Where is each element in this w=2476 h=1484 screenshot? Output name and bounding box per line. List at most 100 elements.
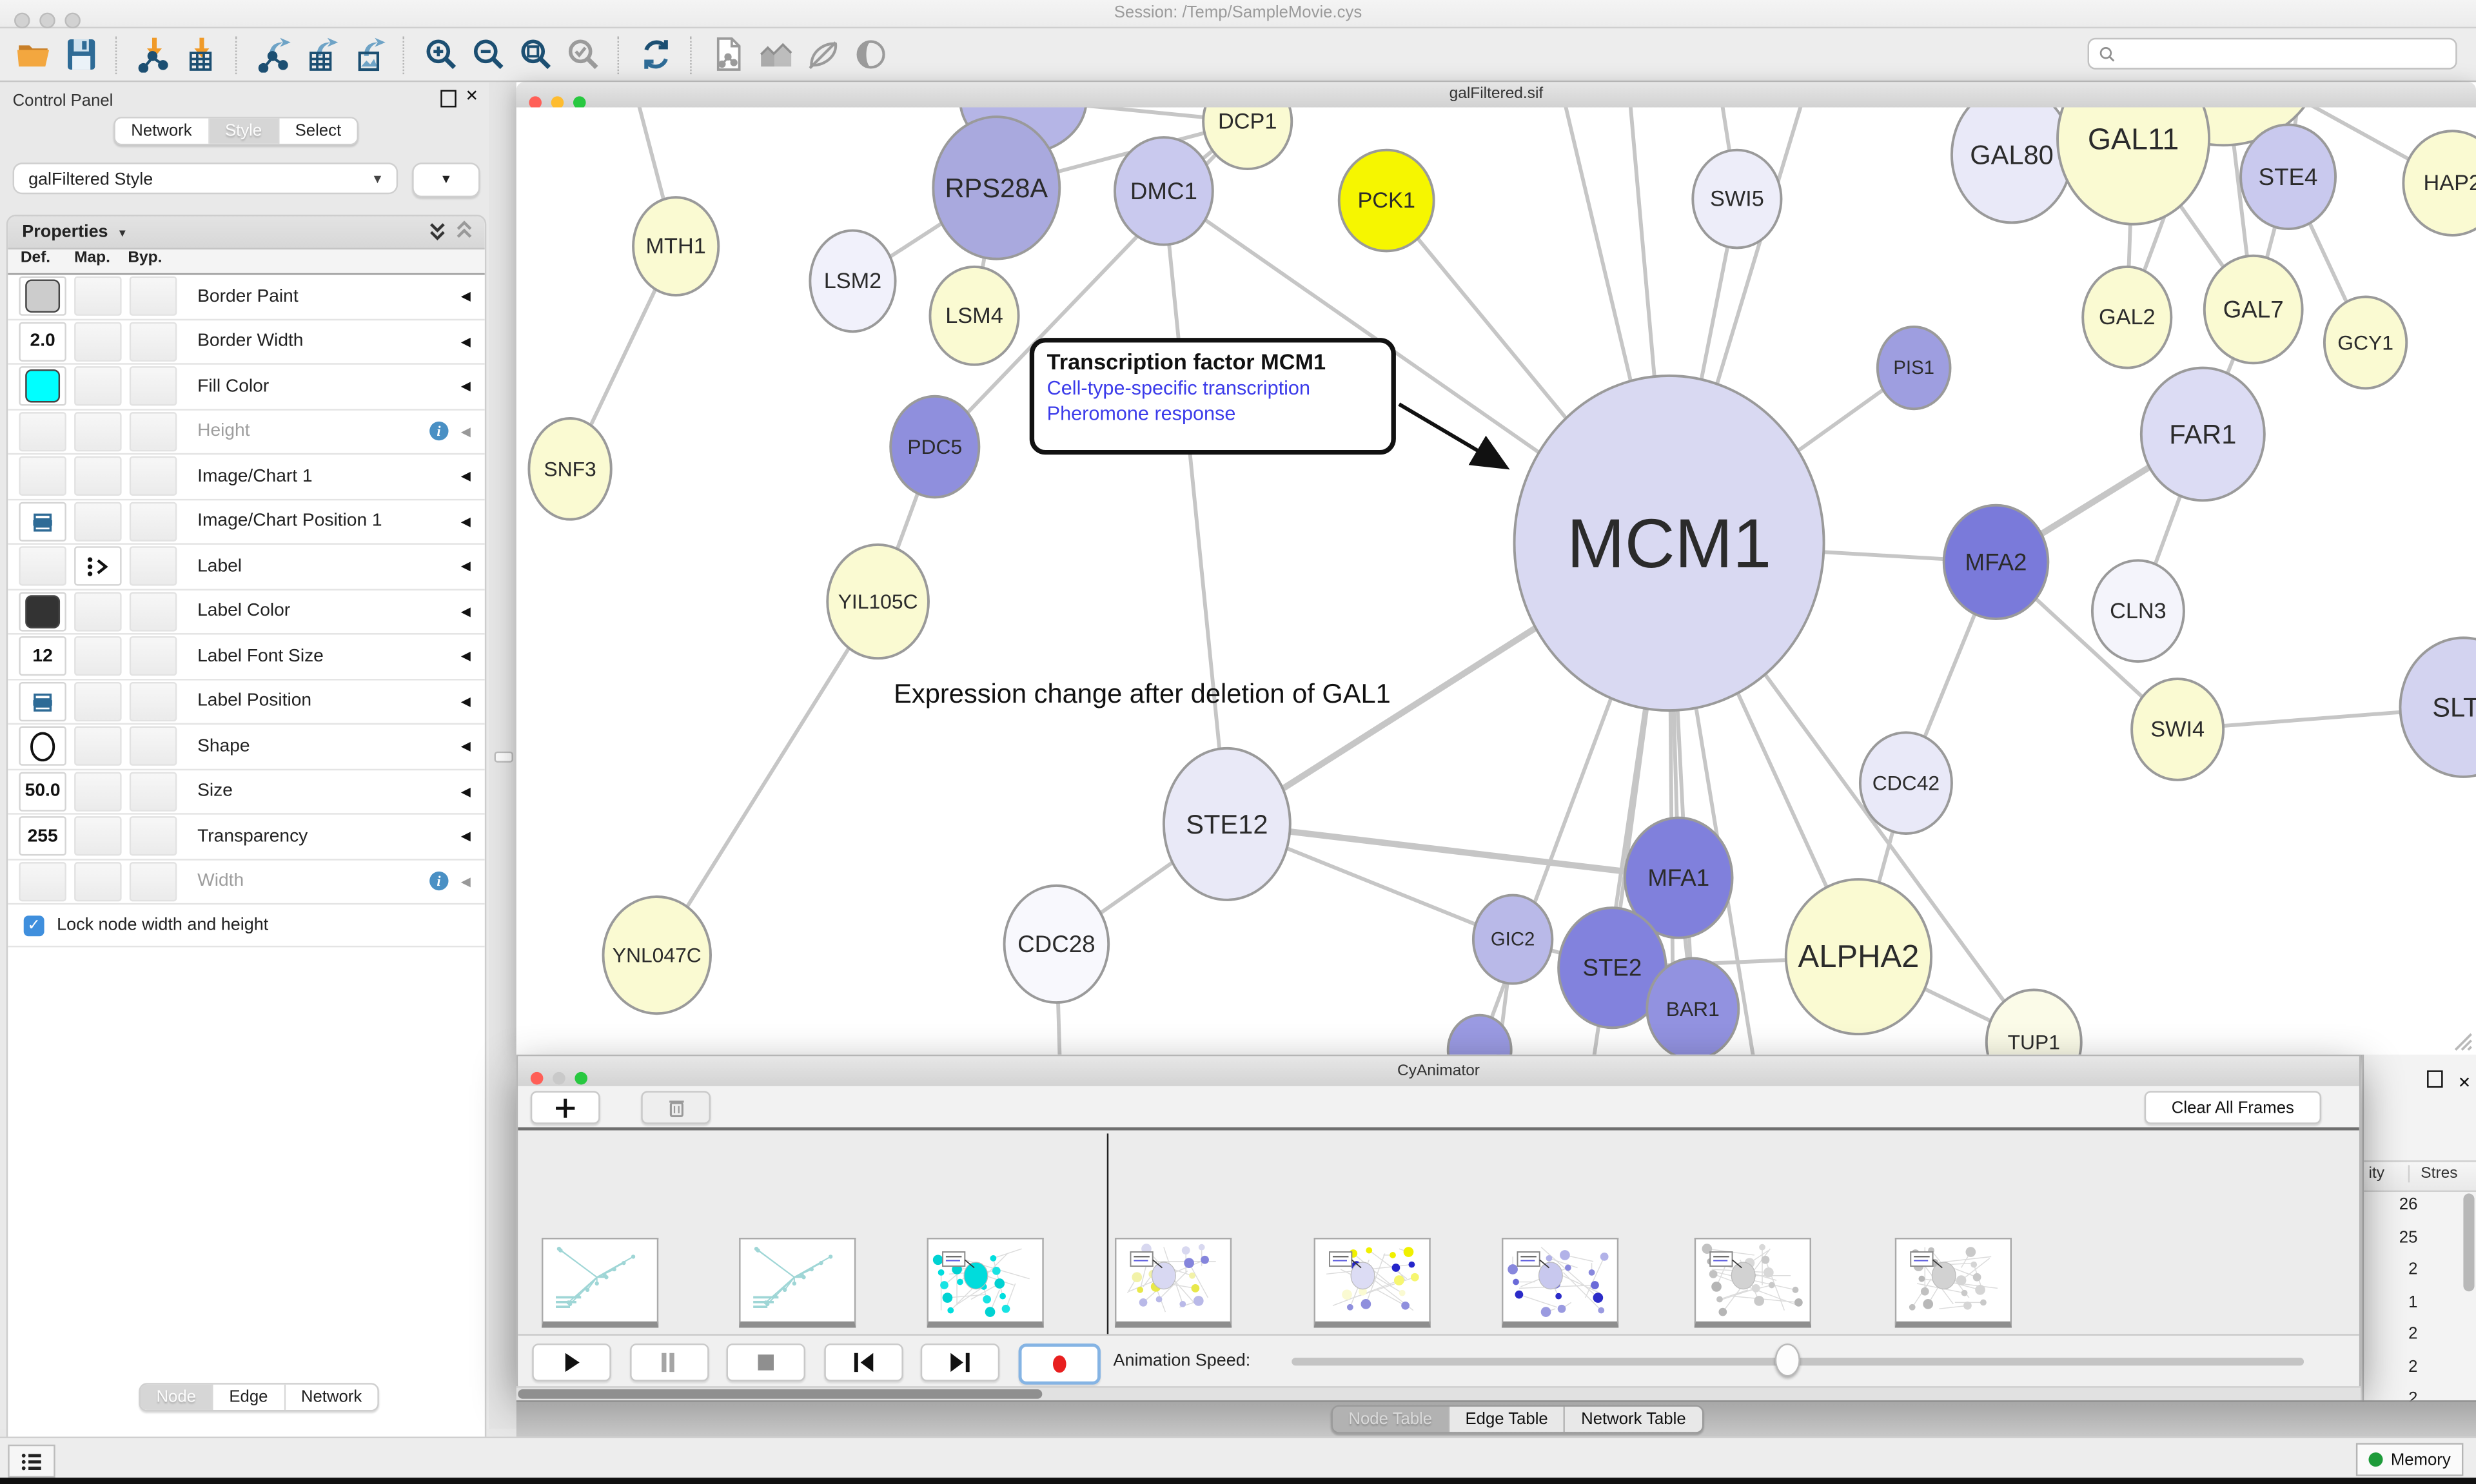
property-cell[interactable]: [19, 727, 66, 766]
node-ALPHA2[interactable]: ALPHA2: [1786, 879, 1931, 1034]
node-STE4[interactable]: STE4: [2241, 124, 2335, 229]
node-GAL11[interactable]: GAL11: [2058, 108, 2209, 224]
minimize-window-icon[interactable]: [553, 1072, 565, 1085]
current-style-select[interactable]: galFiltered Style▼: [13, 162, 398, 194]
frame-thumbnail-1[interactable]: [739, 1238, 856, 1328]
column-centrality[interactable]: ity: [2368, 1165, 2384, 1182]
close-panel-icon[interactable]: ✕: [465, 88, 478, 106]
tab-edge-table[interactable]: Edge Table: [1449, 1407, 1566, 1432]
property-cell[interactable]: [74, 592, 121, 631]
houses-icon[interactable]: [752, 32, 799, 77]
node-PIS1[interactable]: PIS1: [1878, 327, 1950, 409]
mcm1-annotation[interactable]: Transcription factor MCM1 Cell-type-spec…: [1030, 338, 1396, 454]
splitter-handle[interactable]: [495, 752, 513, 763]
prev-button[interactable]: [823, 1343, 902, 1381]
property-cell[interactable]: [19, 412, 66, 451]
panel-splitter[interactable]: [489, 82, 516, 1429]
property-cell[interactable]: [130, 637, 177, 676]
property-row-label[interactable]: Label◀: [8, 545, 485, 590]
expand-row-icon[interactable]: ◀: [461, 649, 471, 663]
property-cell[interactable]: [19, 502, 66, 541]
node-CDC42[interactable]: CDC42: [1860, 732, 1952, 834]
property-row-label-position[interactable]: Label Position◀: [8, 679, 485, 725]
close-panel-icon[interactable]: ✕: [2458, 1075, 2471, 1093]
property-cell[interactable]: [74, 322, 121, 361]
property-cell[interactable]: [74, 456, 121, 496]
annotation-link[interactable]: Pheromone response: [1047, 402, 1379, 424]
tab-network[interactable]: Network: [115, 119, 210, 144]
table-cell[interactable]: 25: [2364, 1221, 2417, 1253]
expand-row-icon[interactable]: ◀: [461, 335, 471, 349]
search-input[interactable]: [2088, 38, 2457, 70]
export-file-icon[interactable]: [704, 32, 751, 77]
refresh-icon[interactable]: [632, 32, 679, 77]
table-cell[interactable]: 1: [2364, 1286, 2417, 1318]
expand-row-icon[interactable]: ◀: [461, 785, 471, 799]
open-folder-icon[interactable]: [10, 32, 57, 77]
tab-select[interactable]: Select: [279, 119, 357, 144]
property-cell[interactable]: 50.0: [19, 772, 66, 811]
node-MCM1[interactable]: MCM1: [1515, 376, 1824, 710]
expand-row-icon[interactable]: ◀: [461, 379, 471, 393]
expand-row-icon[interactable]: ◀: [461, 289, 471, 304]
property-row-height[interactable]: Heighti◀: [8, 410, 485, 455]
network-window-titlebar[interactable]: galFiltered.sif: [516, 82, 2476, 109]
property-cell[interactable]: [130, 277, 177, 316]
property-cell[interactable]: [130, 322, 177, 361]
zoom-selected-icon[interactable]: [559, 32, 606, 77]
close-window-icon[interactable]: [14, 13, 30, 28]
node-LSM2[interactable]: LSM2: [810, 231, 895, 332]
property-cell[interactable]: [130, 367, 177, 406]
collapse-all-icon[interactable]: [455, 217, 473, 256]
expand-row-icon[interactable]: ◀: [461, 514, 471, 529]
node-SWI5[interactable]: SWI5: [1693, 150, 1781, 248]
hide-details-icon[interactable]: [799, 32, 846, 77]
property-cell[interactable]: [130, 772, 177, 811]
node-SWI4[interactable]: SWI4: [2132, 679, 2223, 780]
frame-thumbnail-3[interactable]: [1115, 1238, 1232, 1328]
stop-button[interactable]: [727, 1343, 805, 1381]
property-cell[interactable]: [74, 367, 121, 406]
property-cell[interactable]: [130, 502, 177, 541]
expand-row-icon[interactable]: ◀: [461, 829, 471, 843]
node-DMC1[interactable]: DMC1: [1115, 137, 1213, 245]
property-row-label-color[interactable]: Label Color◀: [8, 590, 485, 635]
property-row-size[interactable]: 50.0Size◀: [8, 770, 485, 815]
property-cell[interactable]: [130, 727, 177, 766]
expand-all-icon[interactable]: [428, 217, 447, 256]
property-cell[interactable]: 255: [19, 817, 66, 856]
tab-network-table[interactable]: Network Table: [1566, 1407, 1702, 1432]
property-row-width[interactable]: Widthi◀: [8, 859, 485, 904]
properties-header[interactable]: Properties ▾: [8, 217, 485, 249]
tab-edge[interactable]: Edge: [213, 1385, 286, 1410]
node-GAL2[interactable]: GAL2: [2083, 267, 2171, 368]
frame-thumbnail-5[interactable]: [1502, 1238, 1618, 1328]
property-cell[interactable]: [130, 862, 177, 901]
node-MTH1[interactable]: MTH1: [633, 197, 718, 295]
property-cell[interactable]: [74, 681, 121, 721]
node-GIC2[interactable]: GIC2: [1473, 895, 1552, 984]
property-cell[interactable]: 2.0: [19, 322, 66, 361]
frame-thumbnail-0[interactable]: [542, 1238, 658, 1328]
zoom-window-icon[interactable]: [575, 1072, 587, 1085]
node-GAL7[interactable]: GAL7: [2205, 256, 2303, 364]
property-row-shape[interactable]: Shape◀: [8, 725, 485, 770]
delete-frame-button[interactable]: [641, 1091, 711, 1124]
property-cell[interactable]: [74, 727, 121, 766]
property-row-border-paint[interactable]: Border Paint◀: [8, 275, 485, 320]
task-history-button[interactable]: [8, 1445, 55, 1478]
expand-row-icon[interactable]: ◀: [461, 469, 471, 483]
column-stress[interactable]: Stres: [2408, 1165, 2458, 1182]
expand-row-icon[interactable]: ◀: [461, 604, 471, 618]
timeline-playhead[interactable]: [1107, 1133, 1108, 1338]
float-panel-icon[interactable]: [2427, 1070, 2442, 1088]
property-cell[interactable]: [74, 502, 121, 541]
node-GCY1[interactable]: GCY1: [2324, 297, 2406, 388]
property-cell[interactable]: [74, 637, 121, 676]
info-icon[interactable]: i: [429, 872, 448, 890]
info-icon[interactable]: i: [429, 422, 448, 440]
export-image-icon[interactable]: [344, 32, 391, 77]
table-panel-controls[interactable]: ✕: [2427, 1068, 2476, 1086]
property-row-transparency[interactable]: 255Transparency◀: [8, 815, 485, 860]
expand-row-icon[interactable]: ◀: [461, 874, 471, 888]
